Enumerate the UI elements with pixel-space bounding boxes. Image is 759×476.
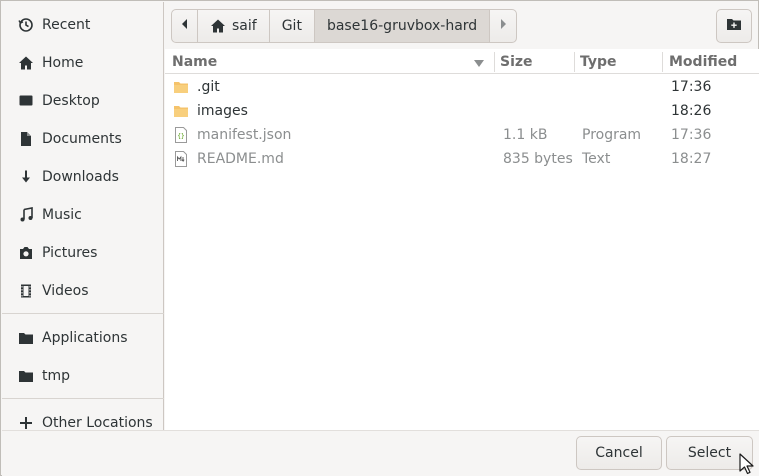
sidebar-item-label: Home	[42, 55, 84, 71]
file-name: manifest.json	[197, 127, 292, 143]
videos-icon	[18, 283, 34, 299]
desktop-icon	[18, 93, 34, 109]
path-crumb-label: saif	[232, 18, 257, 34]
file-modified: 18:26	[671, 103, 712, 119]
file-modified: 18:27	[671, 151, 712, 167]
file-chooser-dialog: Recent Home Desktop Documents Downloads	[0, 0, 759, 476]
file-modified: 17:36	[671, 79, 712, 95]
path-forward-button[interactable]	[490, 10, 516, 42]
column-header-label: Type	[580, 53, 617, 70]
chevron-right-icon	[498, 18, 508, 34]
sidebar-item-label: tmp	[42, 368, 71, 384]
file-size: 835 bytes	[503, 151, 573, 167]
places-sidebar: Recent Home Desktop Documents Downloads	[2, 2, 164, 431]
file-row[interactable]: {} manifest.json 1.1 kB Program 17:36	[165, 123, 759, 147]
sidebar-item-applications[interactable]: Applications	[2, 323, 164, 353]
sidebar-item-recent[interactable]: Recent	[2, 10, 164, 40]
column-header-label: Name	[172, 53, 218, 70]
file-list-header: Name Size Type Modified	[165, 49, 759, 74]
path-crumb-git[interactable]: Git	[270, 10, 315, 42]
home-icon	[18, 55, 34, 71]
sidebar-item-label: Documents	[42, 131, 122, 147]
home-icon	[210, 18, 226, 34]
downloads-icon	[18, 169, 34, 185]
json-file-icon: {}	[174, 123, 188, 147]
cancel-button[interactable]: Cancel	[576, 436, 662, 470]
select-button-label: Select	[687, 445, 732, 461]
chevron-left-icon	[180, 18, 190, 34]
svg-text:{}: {}	[177, 133, 184, 140]
file-list[interactable]: Name Size Type Modified .git 17:36 image…	[165, 49, 759, 430]
mouse-pointer-icon	[739, 453, 755, 476]
folder-icon	[18, 330, 34, 346]
documents-icon	[18, 131, 34, 147]
file-type: Text	[582, 151, 611, 167]
folder-icon	[173, 75, 189, 99]
file-row[interactable]: .git 17:36	[165, 75, 759, 99]
sidebar-item-downloads[interactable]: Downloads	[2, 162, 164, 192]
column-header-label: Size	[500, 53, 533, 70]
sidebar-item-home[interactable]: Home	[2, 48, 164, 78]
folder-icon	[173, 99, 189, 123]
pictures-icon	[18, 245, 34, 261]
file-name: README.md	[197, 151, 284, 167]
column-header-name[interactable]: Name	[172, 49, 492, 74]
action-bar: Cancel Select	[2, 430, 759, 476]
sidebar-item-music[interactable]: Music	[2, 200, 164, 230]
new-folder-button[interactable]	[716, 9, 752, 43]
sidebar-separator	[2, 313, 164, 314]
file-name: images	[197, 103, 248, 119]
path-bar: saif Git base16-gruvbox-hard	[171, 9, 518, 43]
column-header-size[interactable]: Size	[500, 49, 572, 74]
music-icon	[18, 207, 34, 223]
file-row[interactable]: README.md 835 bytes Text 18:27	[165, 147, 759, 171]
file-type: Program	[582, 127, 642, 143]
plus-icon	[18, 415, 34, 431]
column-separator	[662, 52, 663, 72]
new-folder-icon	[726, 16, 742, 36]
path-crumb-home[interactable]: saif	[198, 10, 270, 42]
column-header-label: Modified	[669, 53, 738, 70]
sidebar-item-label: Desktop	[42, 93, 100, 109]
file-row[interactable]: images 18:26	[165, 99, 759, 123]
path-crumb-label: Git	[281, 18, 302, 34]
column-separator	[574, 52, 575, 72]
markdown-file-icon	[174, 147, 188, 171]
sidebar-separator	[2, 398, 164, 399]
file-modified: 17:36	[671, 127, 712, 143]
sort-down-icon	[473, 57, 485, 73]
column-separator	[494, 52, 495, 72]
sidebar-item-documents[interactable]: Documents	[2, 124, 164, 154]
path-crumb-label: base16-gruvbox-hard	[326, 18, 478, 34]
recent-icon	[18, 17, 34, 33]
sidebar-item-label: Videos	[42, 283, 89, 299]
sidebar-item-pictures[interactable]: Pictures	[2, 238, 164, 268]
sidebar-item-label: Pictures	[42, 245, 98, 261]
path-back-button[interactable]	[172, 10, 198, 42]
folder-icon	[18, 368, 34, 384]
file-size: 1.1 kB	[503, 127, 548, 143]
column-header-type[interactable]: Type	[580, 49, 662, 74]
column-header-modified[interactable]: Modified	[669, 49, 757, 74]
sidebar-item-videos[interactable]: Videos	[2, 276, 164, 306]
sidebar-item-tmp[interactable]: tmp	[2, 361, 164, 391]
path-crumb-current[interactable]: base16-gruvbox-hard	[314, 10, 491, 42]
file-name: .git	[197, 79, 220, 95]
sidebar-item-desktop[interactable]: Desktop	[2, 86, 164, 116]
sidebar-item-label: Other Locations	[42, 415, 153, 431]
sidebar-item-label: Downloads	[42, 169, 119, 185]
sidebar-item-label: Recent	[42, 17, 91, 33]
cancel-button-label: Cancel	[595, 445, 643, 461]
sidebar-item-label: Music	[42, 207, 82, 223]
sidebar-item-label: Applications	[42, 330, 128, 346]
